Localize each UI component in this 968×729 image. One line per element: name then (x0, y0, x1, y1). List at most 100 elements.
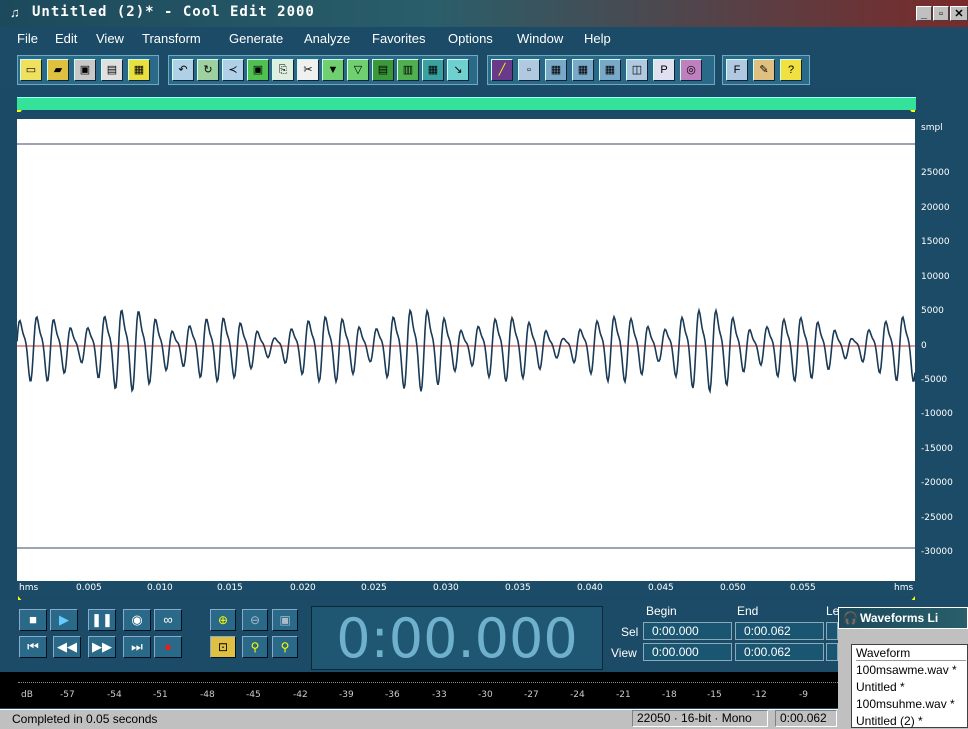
favorites-icon[interactable]: F (726, 59, 748, 81)
y-tick: -30000 (921, 547, 953, 557)
meter-tick: -15 (707, 690, 722, 700)
go-to-start-button[interactable]: ⏮ (19, 636, 47, 658)
cut-icon[interactable]: ✂ (297, 59, 319, 81)
view-end-field[interactable]: 0:00.062 (735, 643, 824, 661)
meter-tick: -24 (570, 690, 585, 700)
time-display: 0:00.000 (311, 606, 603, 670)
trim-icon[interactable]: ≺ (222, 59, 244, 81)
time-axis-unit-left: hms (19, 583, 39, 593)
zoom-right-icon[interactable]: ⚲ (272, 636, 298, 658)
crop-icon[interactable]: ▦ (422, 59, 444, 81)
grid-icon[interactable]: ▦ (545, 59, 567, 81)
menu-file[interactable]: File (17, 31, 38, 46)
menu-generate[interactable]: Generate (229, 31, 283, 46)
goto-icon[interactable]: ↘ (447, 59, 469, 81)
stop-button[interactable]: ■ (19, 609, 47, 631)
repeat-icon[interactable]: ↻ (197, 59, 219, 81)
time-tick: 0.050 (720, 583, 746, 593)
scripts-icon[interactable]: ✎ (753, 59, 775, 81)
waveform-display[interactable] (17, 119, 915, 581)
close-button[interactable]: ✕ (950, 6, 968, 21)
menu-help[interactable]: Help (584, 31, 611, 46)
paste-new-icon[interactable]: ▤ (372, 59, 394, 81)
loop-button[interactable]: ∞ (154, 609, 182, 631)
overview-bar[interactable] (17, 97, 916, 110)
sel-end-field[interactable]: 0:00.062 (735, 622, 824, 640)
play-to-end-button[interactable]: ◉ (123, 609, 151, 631)
minimize-button[interactable]: _ (916, 6, 932, 21)
meter-tick: -57 (60, 690, 75, 700)
headphones-icon: 🎧 (843, 611, 858, 625)
cd-icon[interactable]: ◎ (680, 59, 702, 81)
zoom-full-icon[interactable]: ▣ (272, 609, 298, 631)
help-icon[interactable]: ? (780, 59, 802, 81)
copy-to-new-icon[interactable]: ⎘ (272, 59, 294, 81)
menu-edit[interactable]: Edit (55, 31, 77, 46)
y-tick: -25000 (921, 513, 953, 523)
sel-length-field[interactable] (826, 622, 838, 640)
paste-icon[interactable]: ▼ (322, 59, 344, 81)
y-tick: -5000 (921, 375, 948, 385)
spectral-icon[interactable]: ╱ (491, 59, 513, 81)
y-tick: 10000 (921, 272, 950, 282)
settings-icon[interactable]: ◫ (626, 59, 648, 81)
sel-begin-field[interactable]: 0:00.000 (643, 622, 732, 640)
waveforms-list-title: Waveforms Li (859, 611, 939, 625)
menu-view[interactable]: View (96, 31, 124, 46)
menu-window[interactable]: Window (517, 31, 563, 46)
waveforms-list-header[interactable]: Waveform (856, 646, 966, 661)
zoom-left-icon[interactable]: ⚲ (242, 636, 268, 658)
properties-icon[interactable]: P (653, 59, 675, 81)
time-tick: 0.030 (433, 583, 459, 593)
new-icon[interactable]: ▭ (20, 59, 42, 81)
window-title: Untitled (2)* - Cool Edit 2000 (32, 4, 315, 20)
mix-paste-icon[interactable]: ▽ (347, 59, 369, 81)
list-item[interactable]: 100msawme.wav * (856, 663, 957, 677)
maximize-button[interactable]: ▫ (933, 6, 949, 21)
begin-header: Begin (646, 604, 677, 618)
meter-tick: dB (21, 690, 33, 700)
waveform-view-icon[interactable]: ▫ (518, 59, 540, 81)
meter-tick: -54 (107, 690, 122, 700)
amplify-icon[interactable]: ▥ (397, 59, 419, 81)
y-axis-unit: smpl (921, 123, 943, 133)
view-length-field[interactable] (826, 643, 838, 661)
save-as-icon[interactable]: ▤ (101, 59, 123, 81)
zoom-selection-icon[interactable]: ⊡ (210, 636, 236, 658)
view-begin-field[interactable]: 0:00.000 (643, 643, 732, 661)
time-tick: 0.010 (147, 583, 173, 593)
list-item[interactable]: Untitled (2) * (856, 714, 923, 728)
time-tick: 0.015 (217, 583, 243, 593)
menu-analyze[interactable]: Analyze (304, 31, 350, 46)
grid3-icon[interactable]: ▦ (599, 59, 621, 81)
toolbar-group-file: ▭ ▰ ▣ ▤ ▦ (17, 55, 159, 85)
select-all-icon[interactable]: ▣ (247, 59, 269, 81)
zoom-in-icon[interactable]: ⊕ (210, 609, 236, 631)
pause-button[interactable]: ❚❚ (88, 609, 116, 631)
list-item[interactable]: Untitled * (856, 680, 905, 694)
y-tick: 0 (921, 341, 927, 351)
fast-forward-button[interactable]: ▶▶ (88, 636, 116, 658)
list-item[interactable]: 100msuhme.wav * (856, 697, 955, 711)
grid2-icon[interactable]: ▦ (572, 59, 594, 81)
time-tick: 0.005 (76, 583, 102, 593)
close-file-icon[interactable]: ▦ (128, 59, 150, 81)
menu-options[interactable]: Options (448, 31, 493, 46)
format-indicator: 22050 · 16-bit · Mono (632, 710, 768, 727)
zoom-out-icon[interactable]: ⊖ (242, 609, 268, 631)
save-icon[interactable]: ▣ (74, 59, 96, 81)
menu-transform[interactable]: Transform (142, 31, 201, 46)
rewind-button[interactable]: ◀◀ (53, 636, 81, 658)
go-to-end-button[interactable]: ⏭ (123, 636, 151, 658)
undo-icon[interactable]: ↶ (172, 59, 194, 81)
meter-tick: -33 (432, 690, 447, 700)
record-button[interactable]: ● (154, 636, 182, 658)
y-tick: 15000 (921, 237, 950, 247)
menu-favorites[interactable]: Favorites (372, 31, 425, 46)
sel-label: Sel (621, 625, 639, 639)
waveforms-list-titlebar[interactable]: 🎧 Waveforms Li (838, 607, 968, 629)
length-indicator: 0:00.062 (775, 710, 837, 727)
y-tick: -20000 (921, 478, 953, 488)
play-button[interactable]: ▶ (50, 609, 78, 631)
open-icon[interactable]: ▰ (47, 59, 69, 81)
